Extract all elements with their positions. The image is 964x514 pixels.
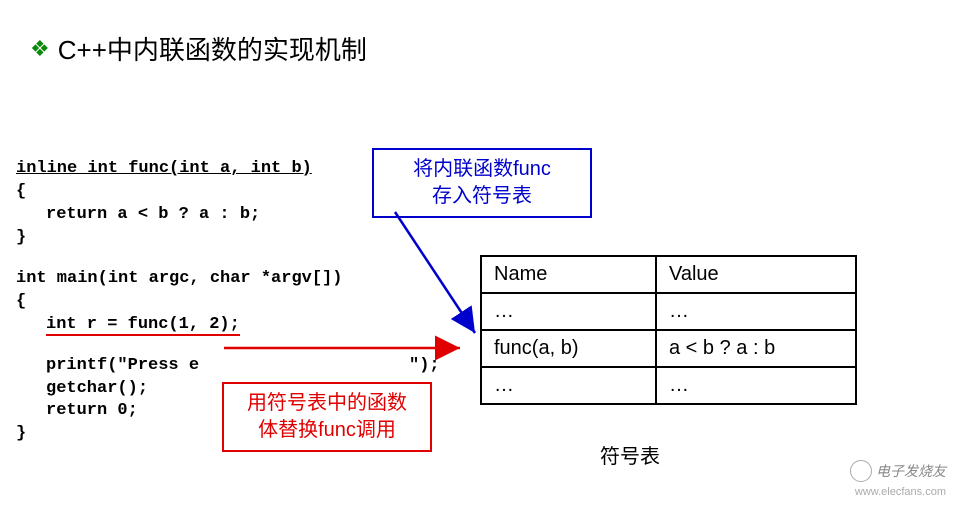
annotation-box-red: 用符号表中的函数 体替换func调用 <box>222 382 432 452</box>
code-brace: } <box>16 227 440 250</box>
page-title: C++中内联函数的实现机制 <box>58 30 367 67</box>
bullet-icon: ❖ <box>30 36 50 62</box>
table-row: … … <box>481 367 856 404</box>
table-cell-value: … <box>656 367 856 404</box>
table-cell-name: func(a, b) <box>481 330 656 367</box>
table-cell-value: a < b ? a : b <box>656 330 856 367</box>
code-printf-left: printf("Press e <box>46 356 199 375</box>
table-cell-value: … <box>656 293 856 330</box>
table-row: func(a, b) a < b ? a : b <box>481 330 856 367</box>
annotation-box-blue: 将内联函数func 存入符号表 <box>372 148 592 218</box>
table-cell-name: … <box>481 293 656 330</box>
watermark: 电子发烧友 <box>850 460 946 482</box>
table-header-name: Name <box>481 256 656 293</box>
code-brace: { <box>16 291 440 314</box>
watermark-text: 电子发烧友 <box>876 461 946 481</box>
annotation-blue-line2: 存入符号表 <box>388 183 576 210</box>
table-header-value: Value <box>656 256 856 293</box>
annotation-red-line2: 体替换func调用 <box>238 417 416 444</box>
code-func-call-text: int r = func(1, 2); <box>46 315 240 336</box>
annotation-red-line1: 用符号表中的函数 <box>238 390 416 417</box>
watermark-icon <box>850 460 872 482</box>
table-row: … … <box>481 293 856 330</box>
code-printf-right: "); <box>409 356 440 375</box>
code-func-call: int r = func(1, 2); <box>46 314 440 337</box>
table-caption: 符号表 <box>600 440 660 469</box>
table-header-row: Name Value <box>481 256 856 293</box>
code-printf: printf("Press e "); <box>46 355 440 378</box>
symbol-table: Name Value … … func(a, b) a < b ? a : b … <box>480 255 857 405</box>
annotation-blue-line1: 将内联函数func <box>388 156 576 183</box>
table-cell-name: … <box>481 367 656 404</box>
page-title-row: ❖ C++中内联函数的实现机制 <box>30 30 367 67</box>
code-main-signature: int main(int argc, char *argv[]) <box>16 268 440 291</box>
watermark-url: www.elecfans.com <box>855 486 946 498</box>
